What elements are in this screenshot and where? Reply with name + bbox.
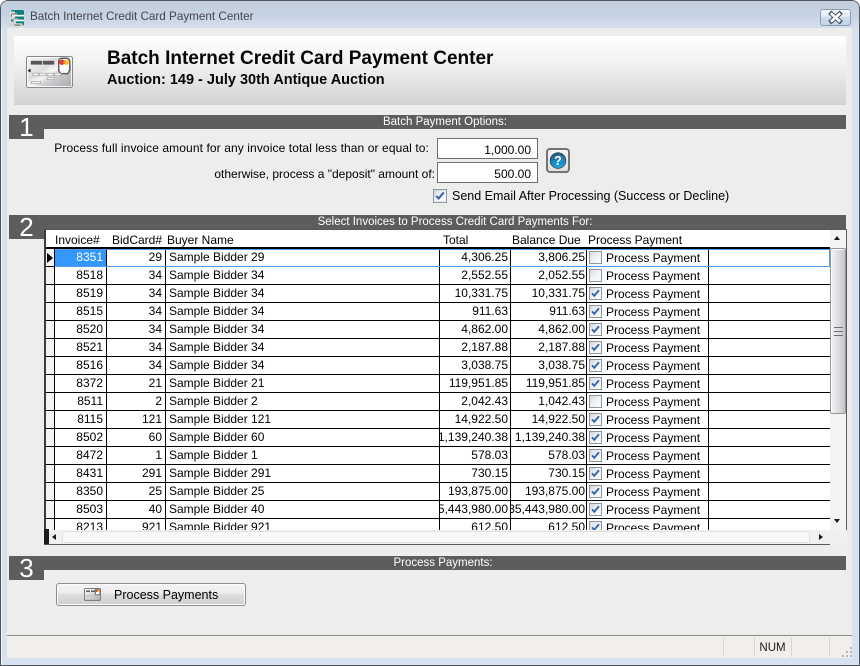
svg-text:?: ? xyxy=(554,154,562,168)
